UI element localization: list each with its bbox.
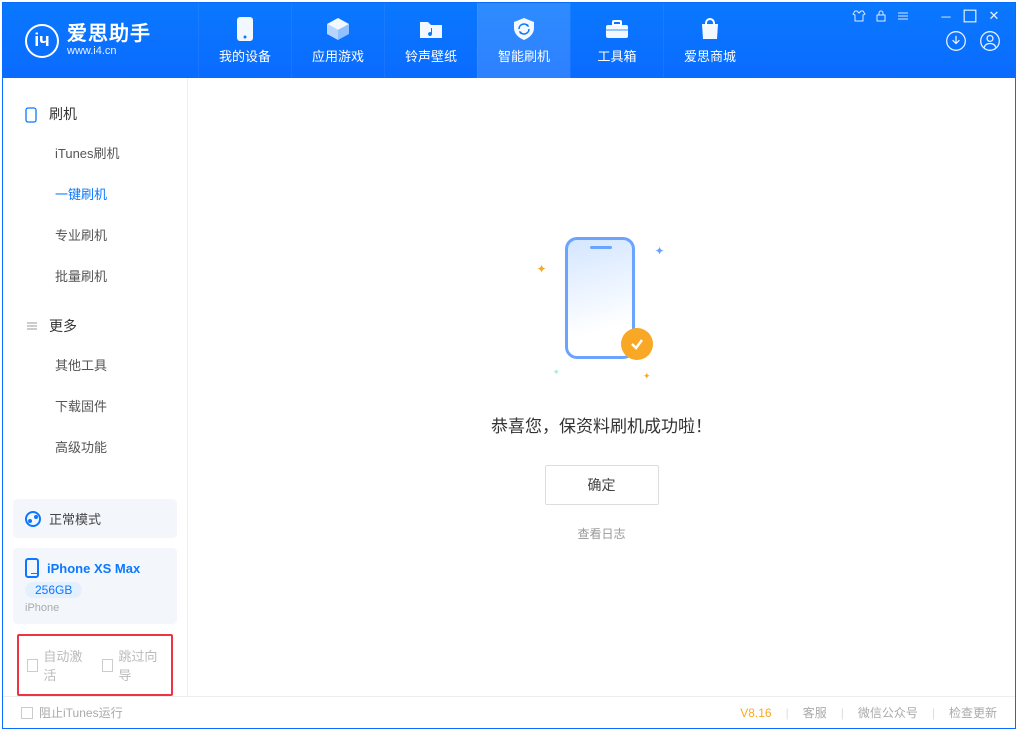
- checkbox-auto-activate[interactable]: 自动激活: [27, 646, 88, 684]
- view-log-link[interactable]: 查看日志: [577, 525, 625, 542]
- tab-toolbox[interactable]: 工具箱: [570, 3, 663, 78]
- tab-label: 铃声壁纸: [405, 46, 457, 65]
- mode-label: 正常模式: [49, 509, 101, 528]
- minimize-button[interactable]: ─: [939, 9, 953, 23]
- sidebar-section-flash: 刷机: [3, 96, 187, 132]
- window-controls: ─ ✕: [939, 9, 1001, 23]
- bag-icon: [697, 16, 723, 42]
- mode-icon: [25, 511, 41, 527]
- music-folder-icon: [418, 16, 444, 42]
- sidebar-section-more: 更多: [3, 308, 187, 344]
- sidebar-item-advanced[interactable]: 高级功能: [3, 426, 187, 467]
- logo-icon: iч: [25, 24, 59, 58]
- download-icon[interactable]: [945, 30, 967, 52]
- main-content: ✦✦✦✦ 恭喜您，保资料刷机成功啦！ 确定 查看日志: [188, 78, 1015, 696]
- tab-label: 应用游戏: [312, 46, 364, 65]
- footer: 阻止iTunes运行 V8.16 | 客服 | 微信公众号 | 检查更新: [3, 696, 1015, 728]
- title-small-icons: [852, 9, 910, 23]
- tab-ringtones[interactable]: 铃声壁纸: [384, 3, 477, 78]
- tab-my-device[interactable]: 我的设备: [198, 3, 291, 78]
- phone-small-icon: [25, 107, 39, 121]
- sidebar-item-batch-flash[interactable]: 批量刷机: [3, 255, 187, 296]
- sidebar-bottom: 正常模式 iPhone XS Max 256GB iPhone 自动激活 跳过向…: [3, 499, 187, 696]
- tab-store[interactable]: 爱思商城: [663, 3, 756, 78]
- tab-label: 爱思商城: [684, 46, 736, 65]
- ok-button[interactable]: 确定: [545, 465, 659, 505]
- highlighted-checkbox-row: 自动激活 跳过向导: [17, 634, 173, 696]
- success-illustration: ✦✦✦✦: [547, 232, 657, 382]
- footer-link-wechat[interactable]: 微信公众号: [858, 704, 918, 721]
- footer-link-support[interactable]: 客服: [803, 704, 827, 721]
- device-name: iPhone XS Max: [47, 561, 140, 576]
- close-button[interactable]: ✕: [987, 9, 1001, 23]
- sidebar-item-download-firmware[interactable]: 下载固件: [3, 385, 187, 426]
- tab-label: 智能刷机: [498, 46, 550, 65]
- cube-icon: [325, 16, 351, 42]
- app-subtitle: www.i4.cn: [67, 45, 151, 57]
- device-card[interactable]: iPhone XS Max 256GB iPhone: [13, 548, 177, 624]
- device-type: iPhone: [25, 602, 165, 614]
- menu-icon[interactable]: [896, 9, 910, 23]
- device-icon: [25, 558, 39, 578]
- toolbox-icon: [604, 16, 630, 42]
- shirt-icon[interactable]: [852, 9, 866, 23]
- tab-label: 我的设备: [219, 46, 271, 65]
- version-label: V8.16: [740, 706, 771, 720]
- mode-card[interactable]: 正常模式: [13, 499, 177, 538]
- logo[interactable]: iч 爱思助手 www.i4.cn: [3, 3, 198, 78]
- check-badge-icon: [621, 328, 653, 360]
- footer-link-update[interactable]: 检查更新: [949, 704, 997, 721]
- app-window: ─ ✕ iч 爱思助手 www.i4.cn 我的设备 应用游戏 铃声壁纸: [2, 2, 1016, 729]
- device-storage: 256GB: [25, 582, 82, 598]
- sidebar: 刷机 iTunes刷机 一键刷机 专业刷机 批量刷机 更多 其他工具 下载固件 …: [3, 78, 188, 696]
- sidebar-item-itunes-flash[interactable]: iTunes刷机: [3, 132, 187, 173]
- list-small-icon: [25, 319, 39, 333]
- checkbox-skip-guide[interactable]: 跳过向导: [102, 646, 163, 684]
- tab-label: 工具箱: [597, 46, 636, 65]
- maximize-button[interactable]: [963, 9, 977, 23]
- device-icon: [232, 16, 258, 42]
- tab-apps-games[interactable]: 应用游戏: [291, 3, 384, 78]
- sidebar-item-pro-flash[interactable]: 专业刷机: [3, 214, 187, 255]
- app-title: 爱思助手: [67, 23, 151, 45]
- checkbox-block-itunes[interactable]: 阻止iTunes运行: [21, 704, 123, 721]
- header-tabs: 我的设备 应用游戏 铃声壁纸 智能刷机 工具箱 爱思商城: [198, 3, 756, 78]
- success-message: 恭喜您，保资料刷机成功啦！: [491, 412, 712, 437]
- lock-icon[interactable]: [874, 9, 888, 23]
- refresh-badge-icon: [511, 16, 537, 42]
- user-icon[interactable]: [979, 30, 1001, 52]
- tab-flash[interactable]: 智能刷机: [477, 3, 570, 78]
- sidebar-item-onekey-flash[interactable]: 一键刷机: [3, 173, 187, 214]
- sidebar-item-other-tools[interactable]: 其他工具: [3, 344, 187, 385]
- body: 刷机 iTunes刷机 一键刷机 专业刷机 批量刷机 更多 其他工具 下载固件 …: [3, 78, 1015, 696]
